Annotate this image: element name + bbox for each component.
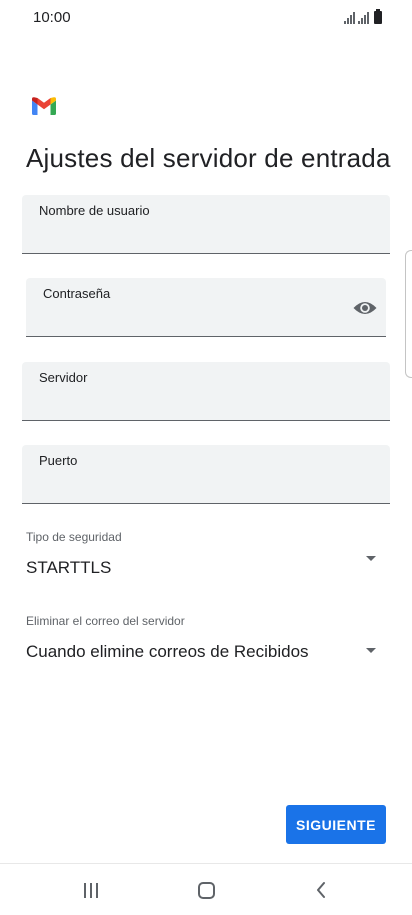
signal-icon xyxy=(344,12,355,24)
password-label: Contraseña xyxy=(43,286,111,301)
dropdown-arrow-icon[interactable] xyxy=(366,556,376,561)
home-icon xyxy=(197,881,215,899)
home-button[interactable] xyxy=(186,876,226,904)
back-icon xyxy=(317,882,325,898)
delete-mail-select[interactable]: Eliminar el correo del servidor Cuando e… xyxy=(26,614,386,664)
security-type-label: Tipo de seguridad xyxy=(26,530,122,544)
dropdown-arrow-icon[interactable] xyxy=(366,648,376,653)
status-time: 10:00 xyxy=(33,9,71,26)
signal-icon xyxy=(358,12,369,24)
back-button[interactable] xyxy=(301,876,341,904)
port-input[interactable] xyxy=(39,475,340,497)
security-type-select[interactable]: Tipo de seguridad STARTTLS xyxy=(26,530,386,580)
password-input[interactable] xyxy=(43,308,336,330)
next-button[interactable]: SIGUIENTE xyxy=(286,805,386,844)
delete-mail-value: Cuando elimine correos de Recibidos xyxy=(26,642,309,661)
security-type-value: STARTTLS xyxy=(26,558,112,577)
status-bar: 10:00 xyxy=(0,0,412,36)
recents-button[interactable] xyxy=(71,876,111,904)
recents-icon xyxy=(84,882,98,898)
edge-panel-handle[interactable] xyxy=(405,250,412,378)
battery-icon xyxy=(374,9,382,24)
password-field[interactable]: Contraseña xyxy=(26,278,386,337)
username-field[interactable]: Nombre de usuario xyxy=(22,195,390,254)
port-field[interactable]: Puerto xyxy=(22,445,390,504)
port-label: Puerto xyxy=(39,453,78,468)
navigation-bar xyxy=(0,863,412,915)
delete-mail-label: Eliminar el correo del servidor xyxy=(26,614,185,628)
server-field[interactable]: Servidor xyxy=(22,362,390,421)
security-type-row[interactable]: STARTTLS xyxy=(26,556,386,580)
server-label: Servidor xyxy=(39,370,88,385)
gmail-logo xyxy=(32,97,56,115)
eye-icon[interactable] xyxy=(352,298,378,318)
server-input[interactable] xyxy=(39,392,340,414)
page-title: Ajustes del servidor de entrada xyxy=(26,143,391,173)
status-icons xyxy=(344,9,382,24)
username-label: Nombre de usuario xyxy=(39,203,150,218)
delete-mail-row[interactable]: Cuando elimine correos de Recibidos xyxy=(26,642,386,664)
username-input[interactable] xyxy=(39,225,340,247)
